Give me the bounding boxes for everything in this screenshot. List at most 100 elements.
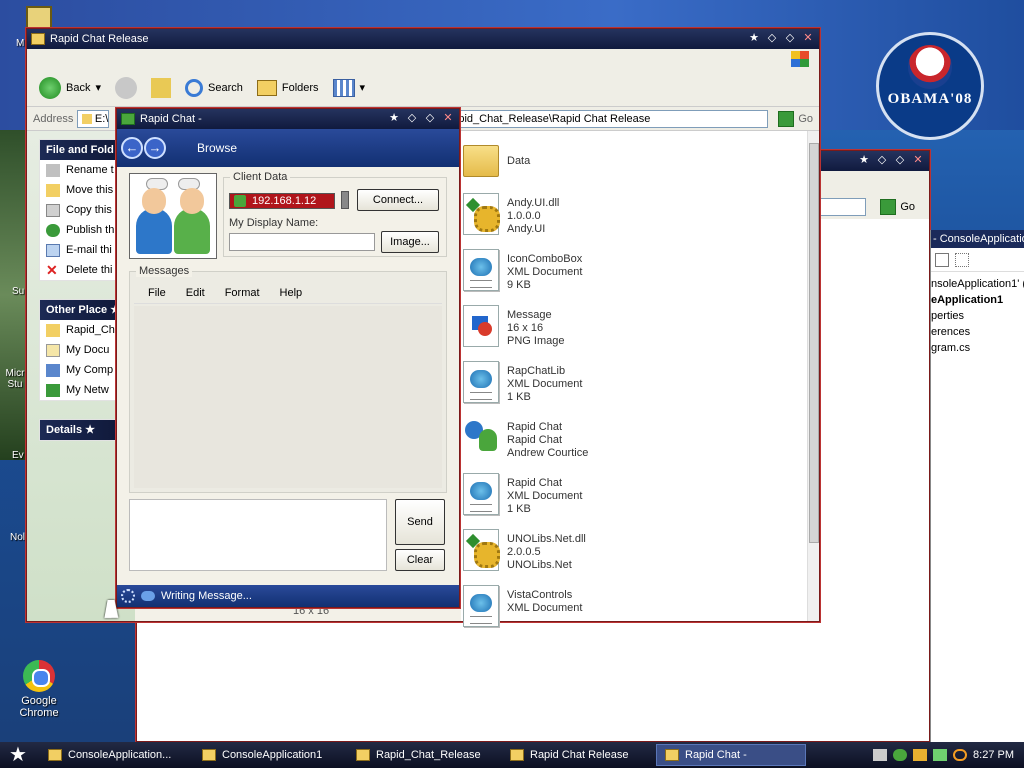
minimize-icon[interactable]: ◇ — [404, 111, 420, 126]
rapid-chat-window[interactable]: Rapid Chat - ★ ◇ ◇ ✕ ← → Browse Client Data… — [116, 108, 460, 608]
settings-gear-icon[interactable] — [121, 589, 135, 603]
maximize-icon[interactable]: ◇ — [892, 153, 908, 168]
browse-label[interactable]: Browse — [197, 141, 237, 155]
dll-icon — [463, 193, 500, 235]
keyboard-icon[interactable] — [873, 749, 888, 761]
maximize-icon[interactable]: ◇ — [422, 111, 438, 126]
tree-item[interactable]: gram.cs — [931, 340, 1024, 356]
file-detail: 1.0.0.0 — [507, 210, 541, 222]
views-icon — [332, 78, 355, 97]
views-button[interactable]: ▾ — [329, 77, 370, 99]
star-icon[interactable]: ★ — [386, 111, 402, 126]
maximize-icon[interactable]: ◇ — [782, 31, 798, 46]
menu-format[interactable]: Format — [225, 287, 260, 299]
solution-tree[interactable]: nsoleApplication1' (1 eApplication1 pert… — [931, 272, 1024, 356]
place-my-network[interactable]: My Netw — [40, 380, 124, 400]
details-header[interactable]: Details ★ — [40, 420, 124, 440]
taskbar-item[interactable]: ConsoleApplication1 — [194, 744, 344, 766]
taskbar-item[interactable]: Rapid_Chat_Release — [348, 744, 498, 766]
taskbar-item[interactable]: ConsoleApplication... — [40, 744, 190, 766]
chat-title-bar[interactable]: Rapid Chat - ★ ◇ ◇ ✕ — [117, 109, 459, 129]
star-icon[interactable]: ★ — [856, 153, 872, 168]
file-item[interactable]: IconComboBox XML Document 9 KB — [463, 249, 582, 301]
ip-scroll-handle[interactable] — [341, 191, 349, 209]
scrollbar-thumb[interactable] — [809, 143, 819, 543]
forward-button[interactable] — [111, 75, 141, 101]
connect-button[interactable]: Connect... — [357, 189, 439, 211]
send-button[interactable]: Send — [395, 499, 445, 545]
back-arrow-icon[interactable]: ← — [121, 137, 143, 159]
file-item[interactable]: UNOLibs.Net.dll 2.0.0.5 UNOLibs.Net — [463, 529, 586, 581]
display-name-input[interactable] — [229, 233, 375, 251]
clear-button[interactable]: Clear — [395, 549, 445, 571]
view-properties-icon[interactable] — [935, 252, 949, 267]
place-rapid-chat[interactable]: Rapid_Ch — [40, 320, 124, 340]
desktop-shortcut[interactable] — [26, 6, 52, 30]
task-move[interactable]: Move this — [40, 180, 124, 200]
address-left-text: E:\ — [94, 112, 109, 125]
tree-item[interactable]: eApplication1 — [931, 292, 1024, 308]
tree-item[interactable]: perties — [931, 308, 1024, 324]
other-places-panel: Other Place ★ Rapid_Ch My Docu My Comp M… — [39, 299, 125, 401]
file-list-scrollbar[interactable] — [807, 131, 819, 621]
start-button[interactable]: ★ — [0, 742, 36, 768]
message-input[interactable] — [129, 499, 387, 571]
publish-icon — [46, 223, 60, 237]
chevron-down-icon: ▾ — [95, 82, 101, 94]
search-icon[interactable] — [953, 749, 968, 761]
file-item[interactable]: Rapid Chat XML Document 1 KB — [463, 473, 582, 525]
file-tasks-header[interactable]: File and Fold ★ — [40, 140, 124, 176]
class-diagram-icon[interactable] — [955, 252, 969, 267]
avatar-image[interactable] — [129, 173, 217, 259]
close-icon[interactable]: ✕ — [910, 153, 926, 168]
file-item[interactable]: VistaControls XML Document — [463, 585, 582, 637]
task-delete[interactable]: ✕ Delete thi — [40, 260, 124, 280]
place-my-documents[interactable]: My Docu — [40, 340, 124, 360]
file-detail: Rapid Chat — [507, 434, 563, 446]
address-input[interactable]: pid_Chat_Release\Rapid Chat Release — [453, 109, 769, 128]
menu-edit[interactable]: Edit — [186, 287, 205, 299]
close-icon[interactable]: ✕ — [800, 31, 816, 46]
file-item[interactable]: Data — [463, 137, 530, 189]
image-button[interactable]: Image... — [381, 231, 439, 253]
chrome-icon — [23, 660, 55, 692]
close-icon[interactable]: ✕ — [440, 111, 456, 126]
file-name: VistaControls — [507, 589, 573, 601]
file-item[interactable]: Andy.UI.dll 1.0.0.0 Andy.UI — [463, 193, 559, 245]
forward-arrow-icon[interactable]: → — [144, 137, 166, 159]
search-button[interactable]: Search — [181, 77, 247, 99]
chat-nav-bar: ← → Browse — [117, 129, 459, 167]
place-my-computer[interactable]: My Comp — [40, 360, 124, 380]
people-icon[interactable] — [893, 749, 908, 761]
clock[interactable]: 8:27 PM — [973, 749, 1014, 761]
back-button[interactable]: Back ▾ — [35, 75, 105, 101]
update-icon[interactable] — [933, 749, 948, 761]
network-icon[interactable] — [913, 749, 928, 761]
go-button[interactable]: Go — [772, 110, 819, 127]
star-icon[interactable]: ★ — [746, 31, 762, 46]
messages-area[interactable] — [134, 306, 442, 488]
tree-item[interactable]: erences — [931, 324, 1024, 340]
taskbar-item[interactable]: Rapid Chat Release — [502, 744, 652, 766]
file-item[interactable]: Rapid Chat Rapid Chat Andrew Courtice — [463, 417, 588, 469]
minimize-icon[interactable]: ◇ — [764, 31, 780, 46]
desktop-label-5: Nol — [10, 532, 26, 543]
vs-go-button[interactable]: Go — [874, 199, 921, 215]
task-copy[interactable]: Copy this — [40, 200, 124, 220]
folders-button[interactable]: Folders — [253, 78, 323, 98]
menu-help[interactable]: Help — [280, 287, 303, 299]
vs-go-label: Go — [900, 201, 915, 213]
google-chrome-shortcut[interactable]: Google Chrome — [2, 660, 76, 719]
taskbar-item[interactable]: Rapid Chat - — [656, 744, 806, 766]
task-email[interactable]: E-mail thi — [40, 240, 124, 260]
menu-file[interactable]: File — [148, 287, 166, 299]
ip-address-field[interactable]: 192.168.1.12 — [229, 193, 335, 209]
up-folder-button[interactable] — [147, 76, 175, 100]
file-item[interactable]: Message 16 x 16 PNG Image — [463, 305, 564, 357]
minimize-icon[interactable]: ◇ — [874, 153, 890, 168]
task-publish[interactable]: Publish th — [40, 220, 124, 240]
explorer-title-bar[interactable]: Rapid Chat Release ★ ◇ ◇ ✕ — [27, 29, 819, 49]
file-item[interactable]: RapChatLib XML Document 1 KB — [463, 361, 582, 413]
other-places-header[interactable]: Other Place ★ — [40, 300, 124, 320]
tree-item[interactable]: nsoleApplication1' (1 — [931, 276, 1024, 292]
